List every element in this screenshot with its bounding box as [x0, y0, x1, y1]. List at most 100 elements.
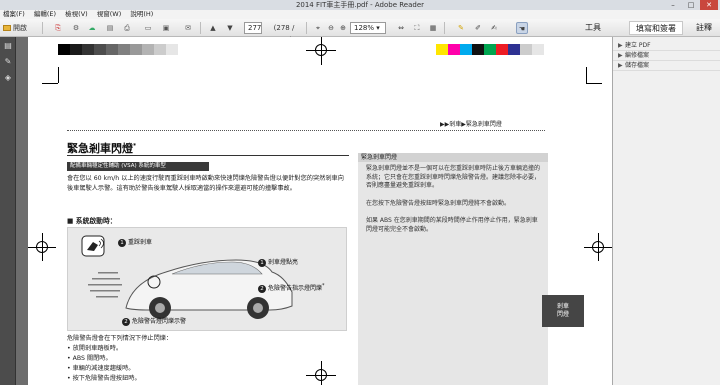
callout-text: 危險警告指示燈閃爍 — [268, 285, 323, 292]
model-tag: 配備車輛穩定性輔助 (VSA) 系統的車型 — [67, 162, 209, 171]
rear-wheel-hub — [155, 303, 165, 313]
fit-page-icon[interactable]: ▣ — [160, 22, 172, 34]
create-pdf-icon[interactable]: ⎘ — [52, 22, 64, 34]
open-button[interactable]: 開啟 — [3, 22, 37, 34]
close-button[interactable]: ✕ — [700, 0, 718, 10]
list-item: • 放開剎車踏板時。 — [67, 345, 123, 352]
menu-bar: 檔案(F) 編輯(E) 檢視(V) 視窗(W) 說明(H) — [0, 10, 720, 19]
settings-icon[interactable]: ⚙ — [70, 22, 82, 34]
toolbar-separator — [444, 22, 445, 34]
title-text: 緊急剎車閃燈 — [67, 142, 133, 155]
tools-panel: ▶ 建立 PDF ▶ 編修檔案 ▶ 儲存檔案 — [612, 37, 720, 385]
subheading: ■ 系統啟動時： — [67, 217, 117, 225]
header-rule — [67, 130, 545, 131]
fit-width-icon[interactable]: ⇔ — [395, 22, 407, 34]
menu-file[interactable]: 檔案(F) — [3, 10, 25, 18]
chapter-tab-label: 剎車 閃燈 — [556, 303, 569, 318]
menu-view[interactable]: 檢視(V) — [65, 10, 88, 18]
zoom-out-icon[interactable]: ⊖ — [325, 22, 337, 34]
toolbar-separator — [200, 22, 201, 34]
body-paragraph: 會在您以 60 km/h 以上的速度行駛而重踩剎車時啟動來快速閃爍危險警告燈以便… — [67, 175, 344, 192]
callout-number: 1 — [258, 259, 266, 267]
list-item: • ABS 關閉時。 — [67, 355, 112, 362]
email-icon[interactable]: ✉ — [182, 22, 194, 34]
open-label: 開啟 — [13, 24, 27, 32]
illustration: 1 重踩剎車 1 剎車燈點亮 2 危險警告指示燈閃爍* 2 危險警告燈閃爍示警 — [67, 227, 347, 331]
front-wheel-hub — [253, 303, 263, 313]
breadcrumb: ▶▶剎車▶緊急剎車閃燈 — [440, 121, 502, 128]
page-thumbnails-icon[interactable]: ▤ — [3, 41, 13, 51]
callout-text: 重踩剎車 — [128, 239, 153, 246]
title-rule — [67, 155, 349, 156]
highlight-icon[interactable]: ✐ — [472, 22, 484, 34]
minimize-button[interactable]: – — [664, 0, 682, 10]
tools-button[interactable]: 工具 — [579, 21, 607, 35]
maximize-button[interactable]: □ — [682, 0, 700, 10]
page-icon[interactable]: ▭ — [142, 22, 154, 34]
note-sidebar: 緊急剎車閃燈 緊急剎車閃燈並不是一個可以在您重踩剎車時防止後方車輛追撞的系統；它… — [358, 153, 548, 385]
callout-hazard-lights: 2 危險警告燈閃爍示警 — [122, 316, 186, 326]
panel-item-edit-file[interactable]: ▶ 編修檔案 — [613, 51, 720, 61]
callout-number: 2 — [122, 318, 130, 326]
title-mark: * — [133, 142, 137, 150]
comment-icon[interactable]: ✎ — [455, 22, 467, 34]
sign-icon[interactable]: ✍ — [488, 22, 500, 34]
toolbar: 開啟 ⎘ ⚙ ☁ ▤ ⎙ ▭ ▣ ✉ ▲ ▼ 277 (278 / 366) ⌖… — [0, 19, 720, 44]
fill-sign-button[interactable]: 填寫和簽署 — [629, 21, 683, 35]
sidebar-paragraph: 如果 ABS 在您剎車期間的某段時間停止作用停止作用，緊急剎車閃燈可能完全不會啟… — [366, 217, 538, 233]
stop-conditions: 危險警告燈會在下列情況下停止閃爍： • 放開剎車踏板時。 • ABS 關閉時。 … — [67, 334, 349, 384]
callout-mark: * — [322, 283, 325, 289]
page-count: (278 / 366) — [273, 24, 295, 44]
toolbar-separator — [306, 22, 307, 34]
prev-page-icon[interactable]: ▲ — [207, 22, 219, 34]
motion-lines — [88, 272, 122, 298]
chevron-down-icon: ▾ — [376, 24, 380, 32]
panel-item-label: 儲存檔案 — [625, 62, 650, 69]
sidebar-title: 緊急剎車閃燈 — [358, 153, 548, 162]
panel-item-label: 建立 PDF — [625, 42, 651, 49]
chevron-right-icon: ▶ — [618, 52, 623, 59]
print-icon[interactable]: ⎙ — [121, 22, 133, 34]
zoom-in-icon[interactable]: ⊕ — [337, 22, 349, 34]
list-item: • 車輛的減速度趨緩時。 — [67, 365, 135, 372]
page-content: ▶▶剎車▶緊急剎車閃燈 緊急剎車閃燈* 配備車輛穩定性輔助 (VSA) 系統的車… — [16, 37, 596, 385]
chevron-right-icon: ▶ — [618, 62, 623, 69]
menu-window[interactable]: 視窗(W) — [97, 10, 122, 18]
car-illustration — [81, 235, 293, 319]
toolbar-separator — [42, 22, 43, 34]
window-title: 2014 FIT車主手冊.pdf - Adobe Reader — [295, 1, 425, 9]
callout-brake: 1 重踩剎車 — [118, 237, 152, 247]
cloud-icon[interactable]: ☁ — [86, 22, 98, 34]
attachment-icon[interactable]: ✎ — [3, 57, 13, 67]
save-icon[interactable]: ▤ — [104, 22, 116, 34]
panel-item-label: 編修檔案 — [625, 52, 650, 59]
callout-hazard-indicator: 2 危險警告指示燈閃爍* — [258, 283, 325, 293]
folder-icon — [3, 25, 11, 31]
hand-tool-icon[interactable]: ☚ — [516, 22, 528, 34]
fullscreen-icon[interactable]: ⛶ — [411, 22, 423, 34]
zoom-value: 128% — [354, 24, 375, 32]
read-mode-icon[interactable]: ▦ — [427, 22, 439, 34]
zoom-select[interactable]: 128% ▾ — [350, 22, 386, 34]
sidebar-paragraph: 在您按下危險警告燈按鈕時緊急剎車閃燈將不會啟動。 — [366, 199, 511, 207]
layers-icon[interactable]: ◈ — [3, 73, 13, 83]
list-item: • 按下危險警告燈按鈕時。 — [67, 375, 141, 382]
callout-number: 1 — [118, 239, 126, 247]
page-number-input[interactable]: 277 — [244, 22, 262, 34]
comment-button[interactable]: 註釋 — [690, 21, 718, 35]
panel-item-create-pdf[interactable]: ▶ 建立 PDF — [613, 41, 720, 51]
chapter-tab: 剎車 閃燈 — [542, 295, 584, 327]
next-page-icon[interactable]: ▼ — [224, 22, 236, 34]
menu-help[interactable]: 說明(H) — [130, 10, 153, 18]
window-title-bar: 2014 FIT車主手冊.pdf - Adobe Reader — [0, 0, 720, 10]
callout-text: 危險警告燈閃爍示警 — [132, 318, 187, 325]
document-viewport[interactable]: ▶▶剎車▶緊急剎車閃燈 緊急剎車閃燈* 配備車輛穩定性輔助 (VSA) 系統的車… — [16, 37, 612, 385]
select-tool-icon[interactable]: ⌖ — [312, 22, 324, 34]
chevron-right-icon: ▶ — [618, 42, 623, 49]
menu-edit[interactable]: 編輯(E) — [34, 10, 56, 18]
callout-number: 2 — [258, 285, 266, 293]
panel-item-save-file[interactable]: ▶ 儲存檔案 — [613, 61, 720, 71]
sidebar-paragraph: 緊急剎車閃燈並不是一個可以在您重踩剎車時防止後方車輛追撞的系統；它只會在您重踩剎… — [366, 165, 541, 190]
callout-text: 剎車燈點亮 — [268, 259, 299, 266]
page-title: 緊急剎車閃燈* — [67, 140, 136, 156]
